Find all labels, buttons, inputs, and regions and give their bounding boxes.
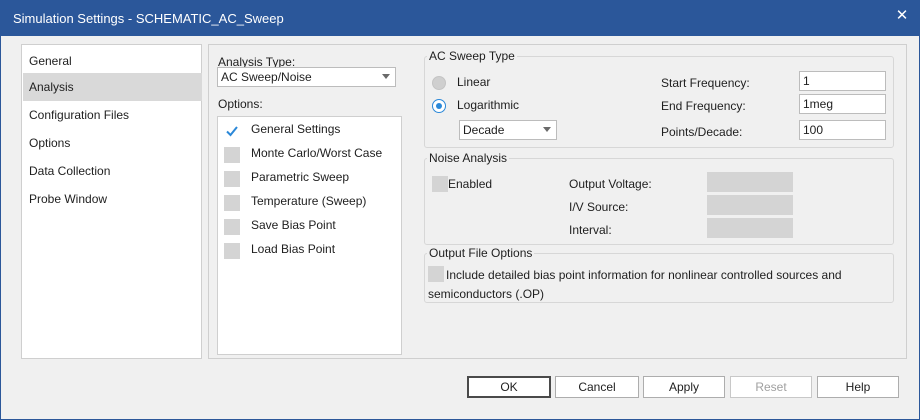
ok-button[interactable]: OK	[467, 376, 551, 398]
option-general-settings[interactable]: General Settings	[224, 122, 399, 142]
nav-item-options[interactable]: Options	[23, 129, 202, 157]
logarithmic-label: Logarithmic	[457, 98, 520, 112]
start-frequency-value: 1	[803, 74, 810, 88]
chevron-down-icon	[543, 127, 551, 132]
options-list: General Settings Monte Carlo/Worst Case …	[217, 116, 402, 355]
nav-item-configuration-files[interactable]: Configuration Files	[23, 101, 202, 129]
output-file-options-title: Output File Options	[427, 246, 535, 260]
cancel-button[interactable]: Cancel	[555, 376, 639, 398]
output-voltage-input	[707, 172, 793, 192]
noise-analysis-group	[424, 158, 894, 245]
points-per-decade-input[interactable]: 100	[799, 120, 886, 140]
option-load-bias-point[interactable]: Load Bias Point	[224, 242, 399, 262]
checkbox[interactable]	[224, 171, 240, 187]
option-label: Load Bias Point	[251, 242, 336, 256]
start-frequency-input[interactable]: 1	[799, 71, 886, 91]
option-parametric-sweep[interactable]: Parametric Sweep	[224, 170, 399, 190]
close-icon[interactable]: ✕	[889, 3, 915, 29]
points-per-decade-label: Points/Decade:	[661, 125, 743, 139]
analysis-type-select[interactable]: AC Sweep/Noise	[217, 67, 396, 87]
dialog-window: Simulation Settings - SCHEMATIC_AC_Sweep…	[0, 0, 920, 420]
nav-item-label: General	[29, 54, 72, 68]
logarithmic-radio[interactable]	[432, 99, 446, 113]
iv-source-input	[707, 195, 793, 215]
nav-item-data-collection[interactable]: Data Collection	[23, 157, 202, 185]
start-frequency-label: Start Frequency:	[661, 76, 750, 90]
bias-point-info-label-line1: Include detailed bias point information …	[446, 268, 842, 282]
apply-button[interactable]: Apply	[643, 376, 725, 398]
options-label: Options:	[218, 97, 263, 111]
option-label: Temperature (Sweep)	[251, 194, 367, 208]
noise-analysis-title: Noise Analysis	[427, 151, 510, 165]
option-save-bias-point[interactable]: Save Bias Point	[224, 218, 399, 238]
output-voltage-label: Output Voltage:	[569, 177, 652, 191]
option-label: Save Bias Point	[251, 218, 336, 232]
help-button[interactable]: Help	[817, 376, 899, 398]
linear-label: Linear	[457, 75, 491, 89]
nav-item-analysis[interactable]: Analysis	[23, 73, 202, 101]
window-title: Simulation Settings - SCHEMATIC_AC_Sweep	[13, 11, 284, 26]
bias-point-info-label-line2: semiconductors (.OP)	[428, 287, 545, 301]
option-label: Monte Carlo/Worst Case	[251, 146, 383, 160]
nav-item-label: Analysis	[29, 80, 74, 94]
nav-item-label: Options	[29, 136, 71, 150]
settings-nav: General Analysis Configuration Files Opt…	[21, 44, 202, 359]
iv-source-label: I/V Source:	[569, 200, 629, 214]
bias-point-info-checkbox[interactable]	[428, 266, 444, 282]
end-frequency-input[interactable]: 1meg	[799, 94, 886, 114]
reset-button: Reset	[730, 376, 812, 398]
checkbox[interactable]	[224, 219, 240, 235]
analysis-type-value: AC Sweep/Noise	[221, 70, 312, 84]
option-label: Parametric Sweep	[251, 170, 350, 184]
option-temperature-sweep[interactable]: Temperature (Sweep)	[224, 194, 399, 214]
noise-enabled-checkbox[interactable]	[432, 176, 448, 192]
end-frequency-label: End Frequency:	[661, 99, 746, 113]
ac-sweep-type-title: AC Sweep Type	[427, 49, 517, 63]
option-monte-carlo[interactable]: Monte Carlo/Worst Case	[224, 146, 399, 166]
log-mode-value: Decade	[463, 123, 505, 137]
checkbox-checked[interactable]	[224, 123, 240, 139]
log-mode-select[interactable]: Decade	[459, 120, 557, 140]
interval-input	[707, 218, 793, 238]
chevron-down-icon	[382, 74, 390, 79]
nav-item-general[interactable]: General	[23, 47, 202, 75]
nav-item-label: Probe Window	[29, 192, 108, 206]
linear-radio[interactable]	[432, 76, 446, 90]
checkbox[interactable]	[224, 243, 240, 259]
option-label: General Settings	[251, 122, 341, 136]
nav-item-label: Configuration Files	[29, 108, 130, 122]
title-bar[interactable]: Simulation Settings - SCHEMATIC_AC_Sweep…	[1, 1, 919, 36]
noise-enabled-label: Enabled	[448, 177, 493, 191]
checkbox[interactable]	[224, 195, 240, 211]
nav-item-probe-window[interactable]: Probe Window	[23, 185, 202, 213]
checkbox[interactable]	[224, 147, 240, 163]
nav-item-label: Data Collection	[29, 164, 111, 178]
end-frequency-value: 1meg	[803, 97, 834, 111]
points-per-decade-value: 100	[803, 123, 824, 137]
checkmark-icon	[226, 126, 238, 137]
interval-label: Interval:	[569, 223, 612, 237]
